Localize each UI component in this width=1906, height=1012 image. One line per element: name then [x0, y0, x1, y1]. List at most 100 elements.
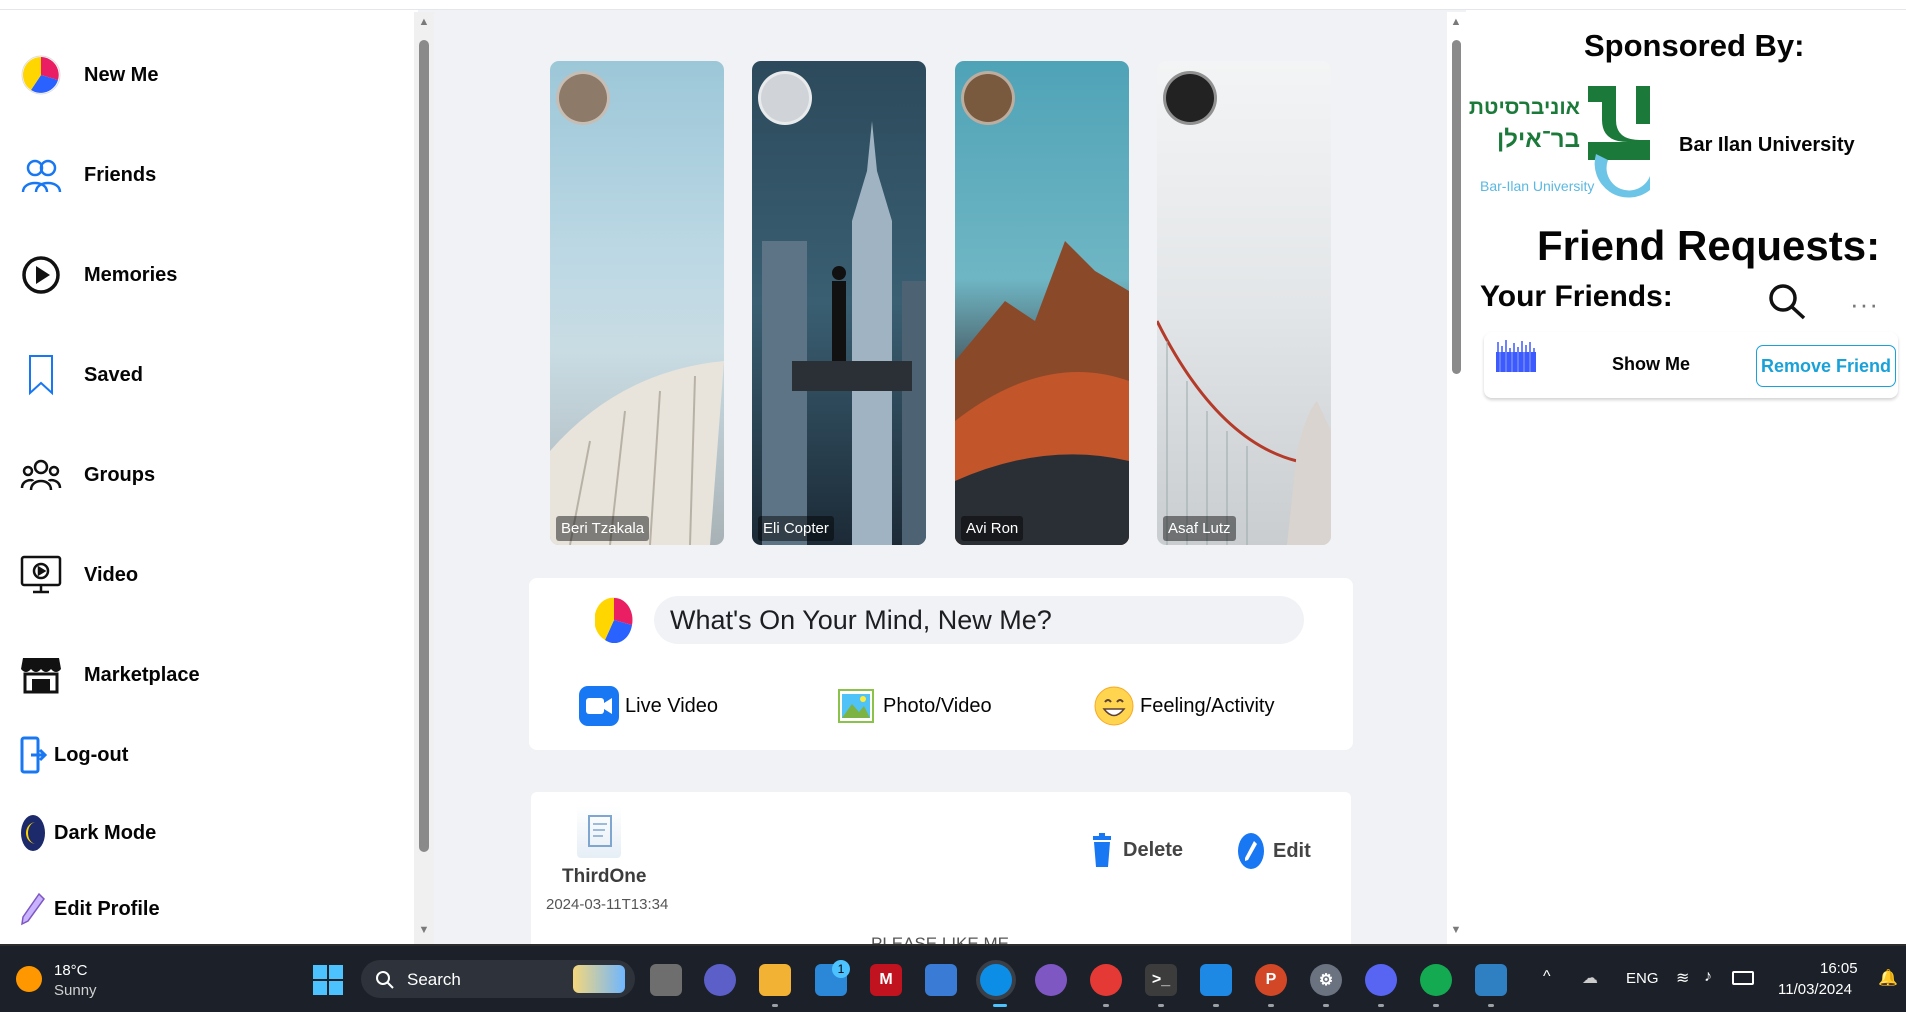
clock-time[interactable]: 16:05 [1820, 960, 1858, 977]
story-avatar [961, 71, 1015, 125]
live-video-icon [579, 686, 619, 726]
story-card[interactable]: Eli Copter [752, 61, 926, 545]
live-video-button[interactable]: Live Video [579, 686, 718, 726]
edit-button[interactable]: Edit [1237, 832, 1311, 870]
profile-icon [18, 52, 64, 98]
left-sidebar: New Me Friends Memories Saved Groups Vid… [0, 10, 418, 944]
friend-name[interactable]: Show Me [1612, 354, 1690, 375]
edit-pencil-icon [1238, 833, 1264, 869]
sidebar-scrollbar-thumb[interactable] [419, 40, 429, 852]
story-card[interactable]: Asaf Lutz [1157, 61, 1331, 545]
more-options-icon[interactable]: ··· [1850, 289, 1879, 320]
wifi-icon[interactable]: ≋ [1676, 968, 1689, 988]
photo-video-button[interactable]: Photo/Video [837, 686, 992, 726]
groups-icon [18, 452, 64, 498]
dark-mode-toggle[interactable]: Dark Mode [18, 810, 156, 856]
sidebar-item-edit-profile[interactable]: Edit Profile [18, 886, 160, 932]
sidebar-item-label: Saved [84, 363, 143, 386]
sidebar-item-label: Dark Mode [54, 821, 157, 844]
composer-avatar-icon [594, 597, 633, 648]
onedrive-off-icon[interactable]: ☁ [1582, 968, 1598, 988]
sidebar-item-logout[interactable]: Log-out [18, 732, 128, 778]
video-icon [18, 552, 64, 598]
story-avatar [556, 71, 610, 125]
composer-input[interactable]: What's On Your Mind, New Me? [654, 596, 1304, 644]
chrome-icon[interactable] [1090, 964, 1122, 996]
weather-desc[interactable]: Sunny [54, 982, 97, 999]
post-timestamp: 2024-03-11T13:34 [546, 896, 669, 913]
sidebar-item-label: Friends [84, 163, 157, 186]
smiley-icon [1094, 686, 1134, 726]
task-view-icon[interactable] [650, 964, 682, 996]
clock-date[interactable]: 11/03/2024 [1778, 981, 1852, 998]
edit-label: Edit [1273, 839, 1311, 862]
weather-temp[interactable]: 18°C [54, 962, 88, 979]
story-card[interactable]: Beri Tzakala [550, 61, 724, 545]
sponsor-logo-mark-icon [1588, 86, 1650, 198]
sidebar-item-label: Groups [84, 463, 156, 486]
sidebar-item-friends[interactable]: Friends [18, 152, 156, 198]
scroll-down-arrow-icon[interactable]: ▼ [1450, 924, 1462, 936]
terminal-icon[interactable]: >_ [1145, 964, 1177, 996]
language-indicator[interactable]: ENG [1626, 970, 1659, 987]
sidebar-scrollbar[interactable]: ▲ ▼ [414, 12, 434, 944]
volume-icon[interactable]: ♪ [1704, 968, 1712, 986]
running-indicator [1268, 1004, 1274, 1007]
file-explorer-icon[interactable] [759, 964, 791, 996]
scroll-up-arrow-icon[interactable]: ▲ [418, 16, 430, 28]
active-indicator [993, 1004, 1007, 1007]
running-indicator [1378, 1004, 1384, 1007]
sidebar-item-saved[interactable]: Saved [18, 352, 143, 398]
vscode-icon[interactable] [1200, 964, 1232, 996]
story-avatar [1163, 71, 1217, 125]
meet-icon[interactable] [704, 964, 736, 996]
sidebar-item-marketplace[interactable]: Marketplace [18, 652, 200, 698]
copilot-icon[interactable] [925, 964, 957, 996]
post-author-avatar[interactable] [577, 806, 621, 858]
delete-button[interactable]: Delete [1091, 832, 1183, 868]
taskbar-search-box[interactable]: Search [361, 960, 635, 998]
live-video-label: Live Video [625, 694, 719, 717]
feed-scrollbar-thumb[interactable] [1452, 40, 1461, 374]
chevron-up-icon[interactable]: ^ [1543, 968, 1551, 986]
remove-friend-button[interactable]: Remove Friend [1756, 345, 1896, 387]
weather-sun-icon[interactable] [16, 966, 42, 992]
search-icon[interactable] [1766, 282, 1808, 327]
photos-app-icon[interactable] [1475, 964, 1507, 996]
post-author-name[interactable]: ThirdOne [562, 866, 646, 888]
story-scene-mountain [955, 241, 1129, 545]
battery-icon[interactable] [1732, 971, 1754, 985]
discord-icon[interactable] [1365, 964, 1397, 996]
delete-label: Delete [1123, 838, 1184, 861]
pencil-icon [18, 886, 48, 932]
scroll-down-arrow-icon[interactable]: ▼ [418, 924, 430, 936]
sidebar-item-groups[interactable]: Groups [18, 452, 155, 498]
settings-gear-icon[interactable]: ⚙ [1310, 964, 1342, 996]
notification-bell-icon[interactable]: 🔔 [1878, 968, 1898, 988]
memories-icon [18, 252, 64, 298]
sidebar-item-label: Edit Profile [54, 897, 160, 920]
feeling-activity-button[interactable]: Feeling/Activity [1094, 686, 1275, 726]
sidebar-item-label: New Me [84, 63, 159, 86]
mcafee-icon[interactable]: M [870, 964, 902, 996]
sidebar-item-memories[interactable]: Memories [18, 252, 177, 298]
edge-browser-icon[interactable] [980, 964, 1012, 996]
app-icon[interactable] [1035, 964, 1067, 996]
feed-scrollbar[interactable]: ▲ ▼ [1447, 12, 1466, 944]
sidebar-item-video[interactable]: Video [18, 552, 138, 598]
story-author-name: Beri Tzakala [556, 516, 650, 541]
story-card[interactable]: Avi Ron [955, 61, 1129, 545]
sponsor-name[interactable]: Bar Ilan University [1679, 134, 1855, 157]
scroll-up-arrow-icon[interactable]: ▲ [1450, 16, 1462, 28]
running-indicator [1103, 1004, 1109, 1007]
sponsor-logo[interactable]: אוניברסיטת בר־אילן Bar-Ilan University [1469, 80, 1656, 204]
windows-start-icon[interactable] [312, 964, 344, 996]
powerpoint-icon[interactable]: P [1255, 964, 1287, 996]
right-sidebar: Sponsored By: אוניברסיטת בר־אילן Bar-Ila… [1466, 10, 1906, 944]
sponsored-heading: Sponsored By: [1584, 28, 1805, 63]
mongodb-icon[interactable] [1420, 964, 1452, 996]
sidebar-item-profile[interactable]: New Me [18, 52, 158, 98]
post-card: ThirdOne 2024-03-11T13:34 Delete Edit PL… [531, 792, 1351, 944]
friend-avatar[interactable] [1494, 338, 1538, 384]
story-author-name: Avi Ron [961, 516, 1024, 541]
